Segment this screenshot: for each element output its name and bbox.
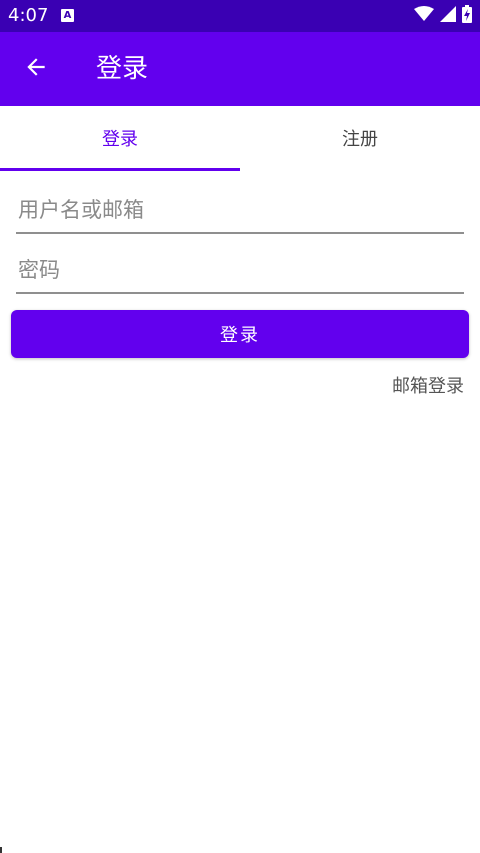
page-title: 登录 (96, 54, 149, 84)
email-login-link[interactable]: 邮箱登录 (392, 372, 464, 398)
wifi-icon (414, 6, 434, 26)
status-bar: 4:07 A (0, 0, 480, 32)
signal-icon (440, 6, 456, 26)
battery-charging-icon (462, 5, 472, 27)
username-field (16, 190, 464, 234)
username-underline (16, 232, 464, 234)
password-field (16, 250, 464, 294)
password-underline (16, 292, 464, 294)
corner-mark (0, 847, 2, 853)
status-time: 4:07 (8, 5, 49, 26)
arrow-left-icon (23, 54, 49, 84)
back-button[interactable] (12, 45, 60, 93)
login-button[interactable]: 登录 (11, 310, 469, 358)
password-input[interactable] (16, 250, 464, 290)
a-box-icon: A (61, 9, 74, 22)
status-icons (414, 5, 472, 27)
username-input[interactable] (16, 190, 464, 230)
tab-login[interactable]: 登录 (0, 106, 240, 170)
tab-register[interactable]: 注册 (240, 106, 480, 170)
tab-indicator (0, 168, 240, 171)
tab-bar: 登录 注册 (0, 106, 480, 171)
app-bar: 登录 (0, 32, 480, 106)
